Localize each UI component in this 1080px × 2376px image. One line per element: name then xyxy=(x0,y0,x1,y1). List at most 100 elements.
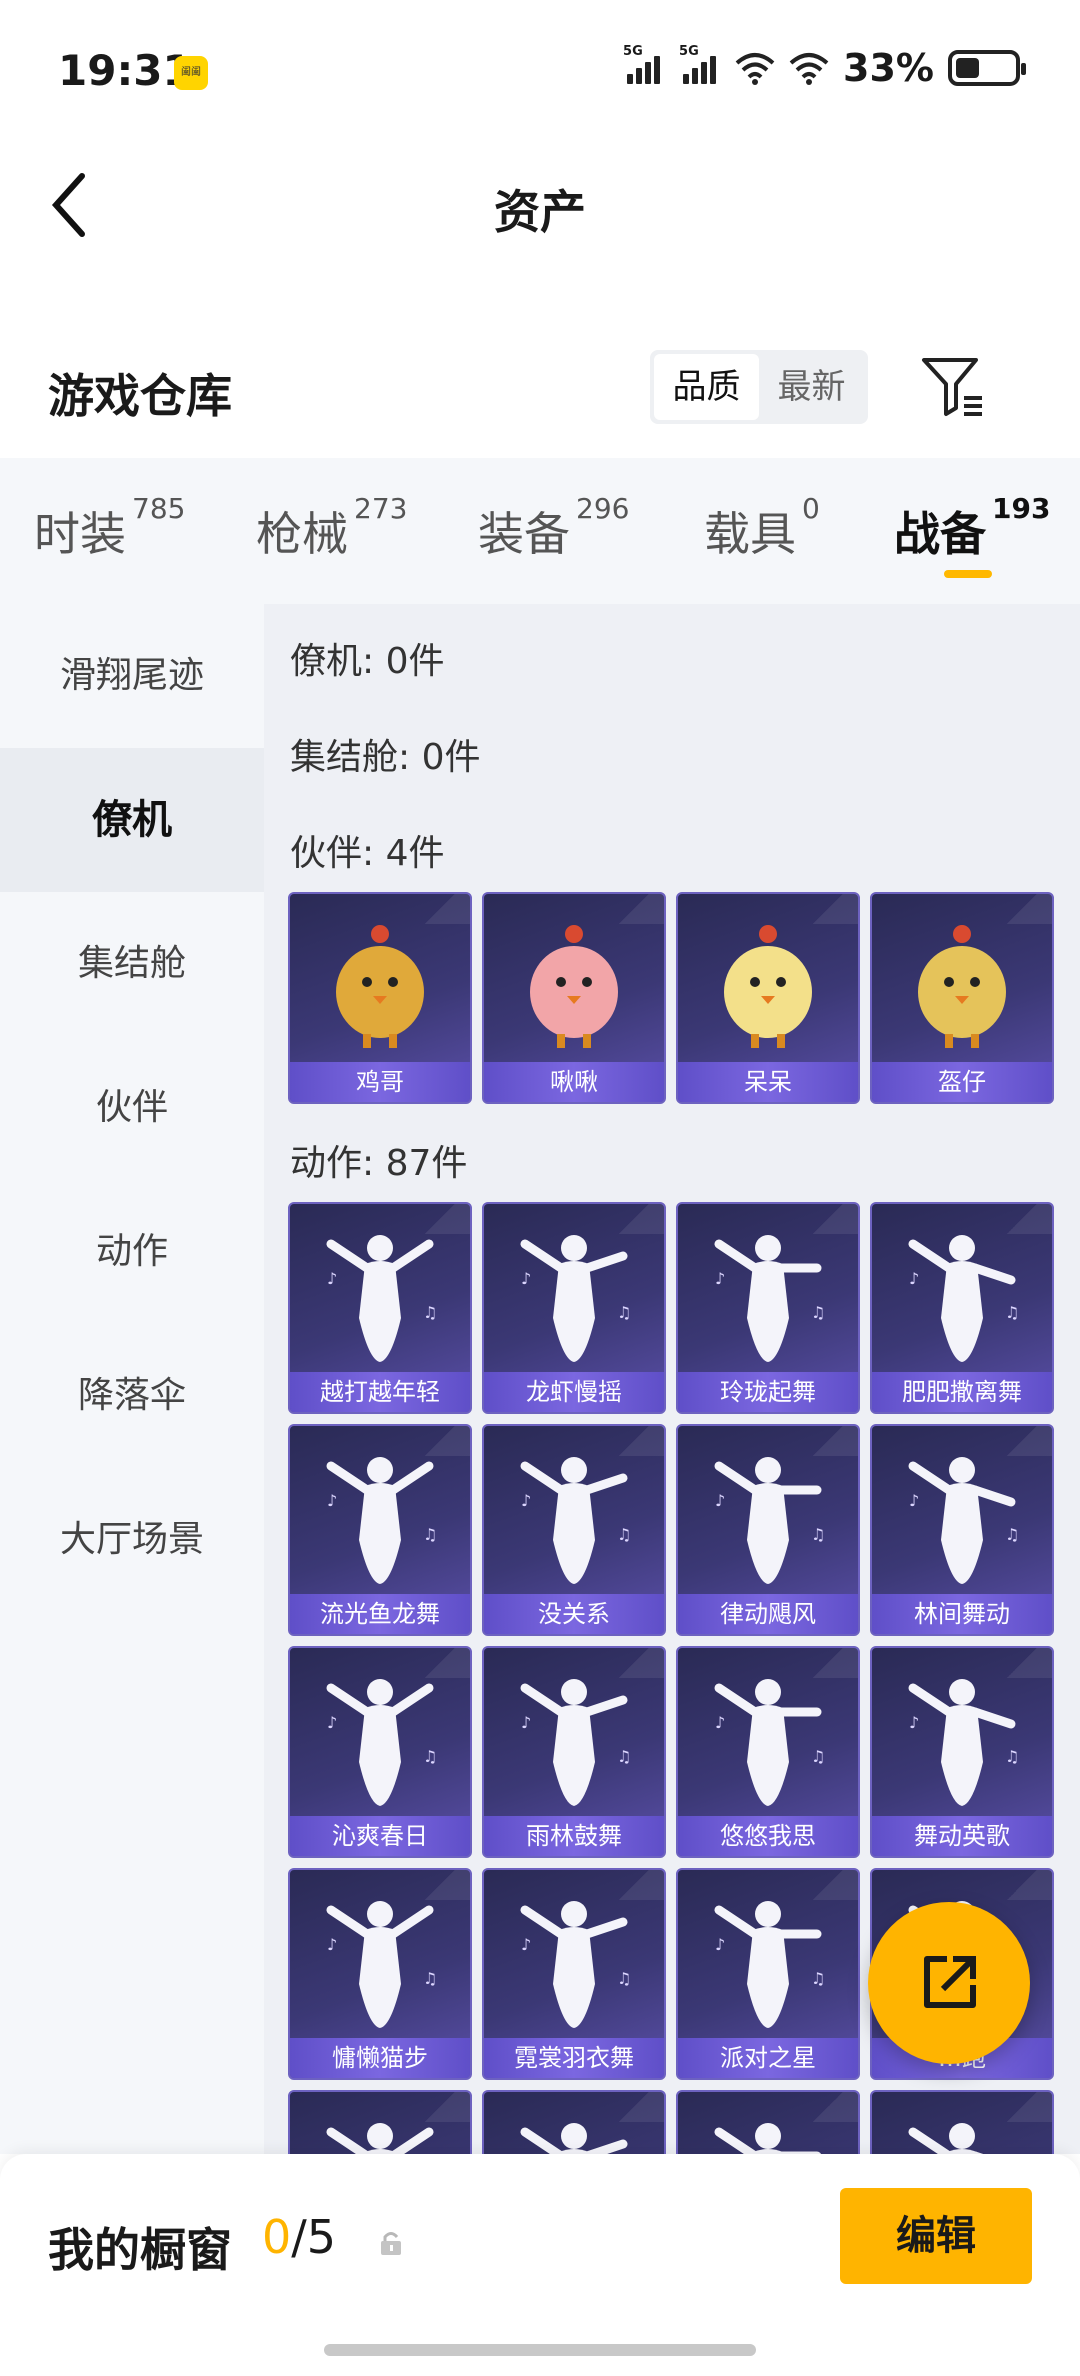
svg-text:♪: ♪ xyxy=(327,1269,337,1288)
emote-thumbnail: ♪♫ xyxy=(678,2092,858,2154)
partner-card-label: 鸡哥 xyxy=(290,1062,470,1102)
emote-card-label: 慵懒猫步 xyxy=(290,2038,470,2078)
tab-indicator xyxy=(944,570,992,578)
emote-thumbnail: ♪♫ xyxy=(290,1204,470,1374)
tab-combat-gear[interactable]: 战备 193 xyxy=(894,492,1050,564)
emote-thumbnail: ♪♫ xyxy=(484,2092,664,2154)
emote-card[interactable]: ♪ ♫ 林间舞动 xyxy=(870,1424,1054,1636)
wifi-icon xyxy=(789,53,829,85)
svg-text:♫: ♫ xyxy=(1005,1525,1019,1544)
svg-text:♪: ♪ xyxy=(327,1713,337,1732)
emote-card-label: 流光鱼龙舞 xyxy=(290,1594,470,1634)
status-bar: 19:31 阖阖 5G 5G 33% xyxy=(0,0,1080,140)
wifi-icon xyxy=(735,53,775,85)
emote-thumbnail: ♪♫ xyxy=(484,1648,664,1818)
emote-card-label: 悠悠我思 xyxy=(678,1816,858,1856)
svg-text:♫: ♫ xyxy=(811,1525,825,1544)
svg-text:♪: ♪ xyxy=(521,1935,531,1954)
section-label-partner: 伙伴: 4件 xyxy=(290,833,445,874)
emote-card-label: 雨林鼓舞 xyxy=(484,1816,664,1856)
category-tabs: 时装 785 枪械 273 装备 296 载具 0 战备 193 xyxy=(0,458,1080,604)
tab-vehicles[interactable]: 载具 0 xyxy=(704,492,820,564)
partner-card-label: 盔仔 xyxy=(872,1062,1052,1102)
svg-text:♫: ♫ xyxy=(1005,1303,1019,1322)
tab-equipment[interactable]: 装备 296 xyxy=(478,492,629,564)
sidebar-item-parachute[interactable]: 降落伞 xyxy=(0,1324,264,1468)
emote-thumbnail: ♪♫ xyxy=(290,1870,470,2040)
emote-thumbnail: ♪♫ xyxy=(290,1648,470,1818)
svg-text:♫: ♫ xyxy=(1005,1747,1019,1766)
emote-card[interactable]: ♪♫ xyxy=(676,2090,860,2154)
home-indicator[interactable] xyxy=(324,2344,756,2356)
asset-page: 19:31 阖阖 5G 5G 33% 资产 游戏仓库 品质 最新 时装 785 … xyxy=(0,0,1080,2376)
emote-card-label: 龙虾慢摇 xyxy=(484,1372,664,1412)
emote-card[interactable]: ♪ ♫ 慵懒猫步 xyxy=(288,1868,472,2080)
svg-text:♫: ♫ xyxy=(617,1303,631,1322)
emote-card-label: 霓裳羽衣舞 xyxy=(484,2038,664,2078)
emote-card-label: 越打越年轻 xyxy=(290,1372,470,1412)
emote-card[interactable]: ♪ ♫ 悠悠我思 xyxy=(676,1646,860,1858)
svg-text:♪: ♪ xyxy=(521,1491,531,1510)
svg-text:♫: ♫ xyxy=(617,1525,631,1544)
sort-toggle: 品质 最新 xyxy=(650,350,868,424)
sidebar: 滑翔尾迹 僚机 集结舱 伙伴 动作 降落伞 大厅场景 xyxy=(0,604,264,2154)
emote-card[interactable]: ♪ ♫ 玲珑起舞 xyxy=(676,1202,860,1414)
sidebar-item-glide-trail[interactable]: 滑翔尾迹 xyxy=(0,604,264,748)
emote-card-label: 玲珑起舞 xyxy=(678,1372,858,1412)
emote-card[interactable]: ♪ ♫ 沁爽春日 xyxy=(288,1646,472,1858)
partner-card[interactable]: 呆呆 xyxy=(676,892,860,1104)
emote-card[interactable]: ♪ ♫ 派对之星 xyxy=(676,1868,860,2080)
emote-card[interactable]: ♪♫ xyxy=(288,2090,472,2154)
emote-card[interactable]: ♪ ♫ 没关系 xyxy=(482,1424,666,1636)
lock-icon xyxy=(381,2232,401,2255)
tab-firearms[interactable]: 枪械 273 xyxy=(256,492,407,564)
partner-card[interactable]: 盔仔 xyxy=(870,892,1054,1104)
tab-fashion[interactable]: 时装 785 xyxy=(34,492,185,564)
emote-card[interactable]: ♪ ♫ 律动飓风 xyxy=(676,1424,860,1636)
share-button[interactable] xyxy=(868,1902,1030,2064)
battery-percent: 33% xyxy=(843,46,934,90)
edit-button[interactable]: 编辑 xyxy=(840,2188,1032,2284)
sidebar-item-partner[interactable]: 伙伴 xyxy=(0,1036,264,1180)
sidebar-item-capsule[interactable]: 集结舱 xyxy=(0,892,264,1036)
emote-card[interactable]: ♪ ♫ 流光鱼龙舞 xyxy=(288,1424,472,1636)
section-label-capsule: 集结舱: 0件 xyxy=(290,737,481,778)
svg-text:♫: ♫ xyxy=(423,1303,437,1322)
svg-text:♪: ♪ xyxy=(715,1935,725,1954)
svg-text:♫: ♫ xyxy=(617,1747,631,1766)
emote-card[interactable]: ♪ ♫ 越打越年轻 xyxy=(288,1202,472,1414)
emote-card[interactable]: ♪♫ xyxy=(870,2090,1054,2154)
svg-text:♪: ♪ xyxy=(715,1713,725,1732)
emote-card[interactable]: ♪ ♫ 霓裳羽衣舞 xyxy=(482,1868,666,2080)
partner-thumbnail xyxy=(290,894,470,1064)
emote-thumbnail: ♪♫ xyxy=(872,1426,1052,1596)
emote-thumbnail: ♪♫ xyxy=(678,1648,858,1818)
svg-text:♪: ♪ xyxy=(909,1491,919,1510)
partner-card[interactable]: 啾啾 xyxy=(482,892,666,1104)
emote-card[interactable]: ♪ ♫ 舞动英歌 xyxy=(870,1646,1054,1858)
svg-text:♫: ♫ xyxy=(423,1747,437,1766)
emote-card[interactable]: ♪ ♫ 雨林鼓舞 xyxy=(482,1646,666,1858)
sidebar-item-lobby-scene[interactable]: 大厅场景 xyxy=(0,1468,264,1612)
partner-card[interactable]: 鸡哥 xyxy=(288,892,472,1104)
status-icons: 5G 5G 33% xyxy=(623,44,1026,90)
filter-icon[interactable] xyxy=(918,352,988,422)
partner-thumbnail xyxy=(484,894,664,1064)
emote-card[interactable]: ♪ ♫ 肥肥撒离舞 xyxy=(870,1202,1054,1414)
emote-card[interactable]: ♪ ♫ 龙虾慢摇 xyxy=(482,1202,666,1414)
sidebar-item-emote[interactable]: 动作 xyxy=(0,1180,264,1324)
svg-text:♪: ♪ xyxy=(909,1713,919,1732)
svg-text:♫: ♫ xyxy=(811,1747,825,1766)
emote-thumbnail: ♪♫ xyxy=(678,1204,858,1374)
svg-text:♫: ♫ xyxy=(811,1303,825,1322)
emote-thumbnail: ♪♫ xyxy=(484,1204,664,1374)
svg-text:♫: ♫ xyxy=(617,1969,631,1988)
sort-option-quality[interactable]: 品质 xyxy=(654,354,759,420)
sidebar-item-wingman[interactable]: 僚机 xyxy=(0,748,264,892)
showcase-title: 我的橱窗 xyxy=(48,2223,232,2277)
showcase-count: 0/5 xyxy=(262,2210,337,2264)
sort-option-latest[interactable]: 最新 xyxy=(759,354,864,420)
emote-card[interactable]: ♪♫ xyxy=(482,2090,666,2154)
battery-icon xyxy=(948,50,1026,86)
svg-text:♪: ♪ xyxy=(715,1491,725,1510)
